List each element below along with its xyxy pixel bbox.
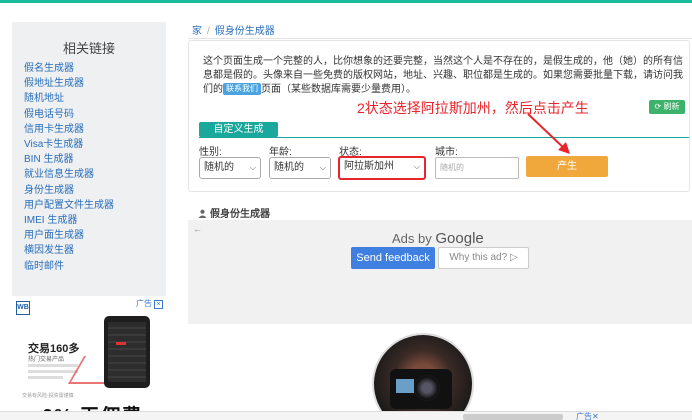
- back-arrow-icon[interactable]: ←: [193, 224, 202, 234]
- send-feedback-button[interactable]: Send feedback: [351, 247, 435, 269]
- sidebar-link[interactable]: 随机地址: [24, 91, 166, 106]
- refresh-button[interactable]: ⟳ 刷新: [649, 100, 685, 114]
- sidebar-title: 相关链接: [62, 41, 115, 56]
- tab-underline: [199, 137, 689, 138]
- sidebar-ad[interactable]: WB 广告× 交易160多 热门交易产品 交易有风险·投资需谨慎 0% 无佣费: [12, 296, 166, 420]
- avatar: [372, 333, 474, 420]
- tab-custom-generate[interactable]: 自定义生成: [199, 122, 278, 137]
- section-title: 假身份生成器: [198, 205, 270, 220]
- breadcrumb-home[interactable]: 家: [192, 26, 202, 37]
- ad-phone-image: [104, 316, 150, 388]
- chevron-down-icon: ⌵: [413, 162, 420, 171]
- ad-logo: WB: [16, 301, 30, 315]
- generator-panel: 这个页面生成一个完整的人，比你想象的还要完整，当然这个人是不存在的，是假生成的，…: [188, 40, 690, 192]
- sidebar-link[interactable]: 用户配置文件生成器: [24, 198, 166, 213]
- ad-badge[interactable]: 广告 ×: [136, 298, 163, 309]
- state-select[interactable]: 阿拉斯加州 ⌵: [338, 156, 426, 180]
- breadcrumb-separator: /: [207, 26, 210, 37]
- why-this-ad-button[interactable]: Why this ad? ▷: [438, 247, 529, 269]
- sidebar-link[interactable]: BIN 生成器: [24, 152, 166, 167]
- sidebar-link[interactable]: 信用卡生成器: [24, 122, 166, 137]
- ad-subtitle: 热门交易产品: [28, 357, 65, 363]
- sidebar-link[interactable]: Visa卡生成器: [24, 137, 166, 152]
- sidebar-link[interactable]: IMEI 生成器: [24, 213, 166, 228]
- sidebar-link[interactable]: 假地址生成器: [24, 76, 166, 91]
- top-accent-bar: [0, 0, 692, 3]
- user-icon: [198, 209, 207, 218]
- gender-select[interactable]: 随机的 ⌵: [199, 157, 261, 179]
- breadcrumb-current: 假身份生成器: [214, 26, 275, 37]
- sidebar: 相关链接 假名生成器 假地址生成器 随机地址 假电话号码 信用卡生成器 Visa…: [12, 22, 166, 420]
- bottom-ad-slot[interactable]: [463, 414, 563, 420]
- close-icon[interactable]: ×: [154, 300, 163, 309]
- city-input[interactable]: 随机的: [435, 157, 519, 179]
- sidebar-link[interactable]: 假名生成器: [24, 61, 166, 76]
- divider: [188, 38, 692, 39]
- breadcrumb: 家 / 假身份生成器: [192, 22, 275, 37]
- contact-us-button[interactable]: 联系我们: [223, 83, 261, 96]
- age-label: 年龄:: [269, 147, 292, 158]
- ads-by-google: Ads by Google: [392, 230, 484, 247]
- sidebar-link[interactable]: 用户面生成器: [24, 228, 166, 243]
- bottom-ad-badge[interactable]: 广告✕: [576, 411, 599, 420]
- refresh-icon: ⟳: [654, 102, 662, 111]
- ad-footnote: 交易有风险·投资需谨慎: [22, 393, 74, 399]
- sidebar-link[interactable]: 临时邮件: [24, 259, 166, 274]
- chevron-down-icon: ⌵: [249, 163, 256, 172]
- sidebar-link[interactable]: 横因发生器: [24, 243, 166, 258]
- sidebar-link[interactable]: 身份生成器: [24, 183, 166, 198]
- sidebar-link[interactable]: 假电话号码: [24, 107, 166, 122]
- annotation-arrow-icon: [527, 113, 570, 154]
- sidebar-link[interactable]: 就业信息生成器: [24, 167, 166, 182]
- sidebar-links: 假名生成器 假地址生成器 随机地址 假电话号码 信用卡生成器 Visa卡生成器 …: [12, 61, 166, 274]
- intro-text-after: 页面（某些数据库需要少量费用）。: [261, 84, 416, 95]
- city-label: 城市:: [435, 147, 458, 158]
- bottom-ad-bar: 广告✕: [0, 411, 692, 420]
- intro-text: 这个页面生成一个完整的人，比你想象的还要完整，当然这个人是不存在的，是假生成的，…: [203, 55, 683, 97]
- google-ad-box: Ads by Google Send feedback Why this ad?…: [188, 220, 692, 324]
- chevron-down-icon: ⌵: [319, 163, 326, 172]
- age-select[interactable]: 随机的 ⌵: [269, 157, 331, 179]
- gender-label: 性别:: [199, 147, 222, 158]
